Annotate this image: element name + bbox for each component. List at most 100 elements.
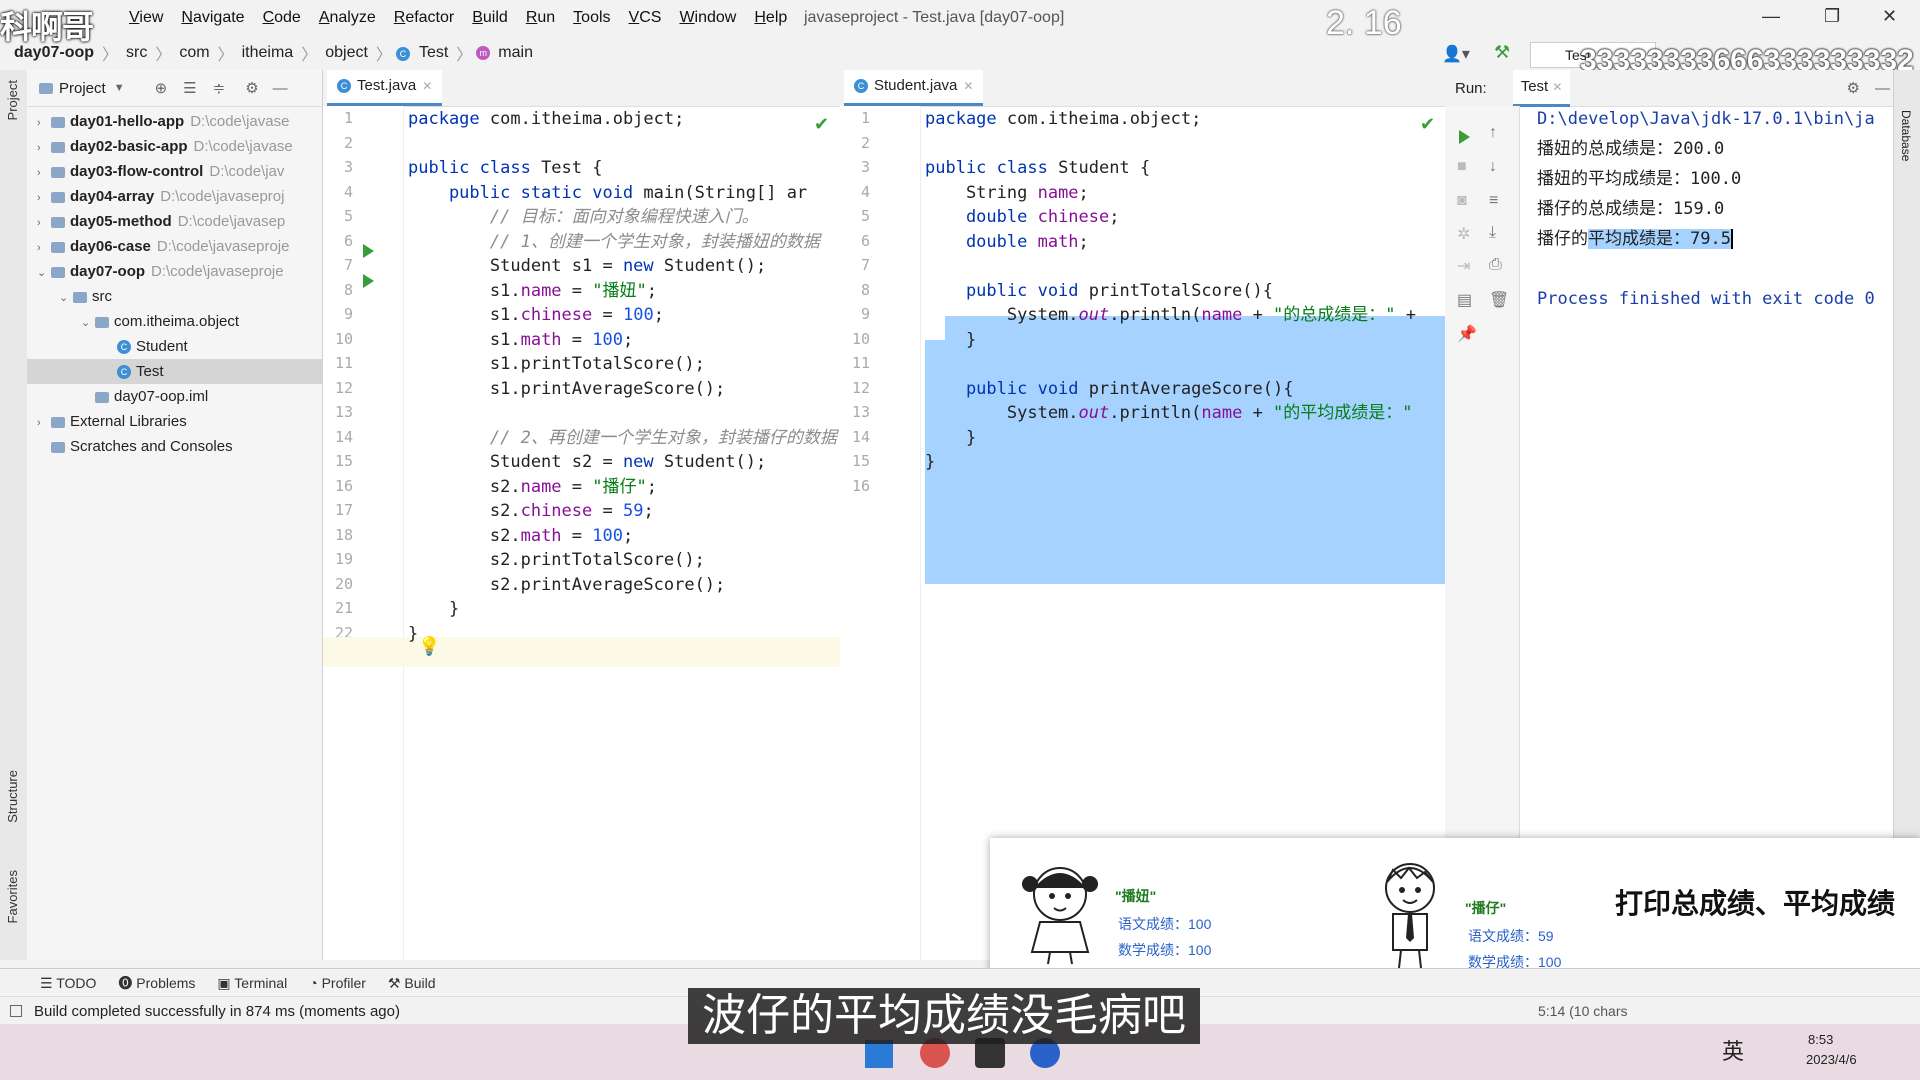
menu-help[interactable]: Help — [745, 9, 796, 27]
trash-icon[interactable]: 🗑 — [1489, 290, 1509, 310]
chevron-right-icon[interactable]: › — [37, 136, 51, 159]
arrow-up-icon[interactable]: ↑ — [1489, 124, 1497, 142]
breadcrumb-itheima[interactable]: itheima — [238, 44, 298, 62]
menu-vcs[interactable]: VCS — [620, 9, 671, 27]
gear-icon[interactable]: ⚙ — [1847, 79, 1860, 97]
menu-analyze[interactable]: Analyze — [310, 9, 385, 27]
breadcrumb-src[interactable]: src — [122, 44, 151, 62]
camera-icon[interactable]: ◙ — [1457, 192, 1467, 210]
tool-tab-terminal[interactable]: ▣ Terminal — [217, 975, 287, 992]
tool-tab-profiler[interactable]: ◔ Profiler — [309, 975, 366, 991]
tree-item[interactable]: Scratches and Consoles — [27, 434, 322, 459]
gear-icon[interactable]: ⚙ — [245, 79, 258, 97]
arrow-down-icon[interactable]: ↓ — [1489, 158, 1497, 176]
breadcrumb-com[interactable]: com — [175, 44, 213, 62]
run-main-icon[interactable] — [363, 274, 374, 288]
tool-tab-build[interactable]: ⚒ Build — [388, 975, 436, 992]
menu-navigate[interactable]: Navigate — [172, 9, 253, 27]
clock-time[interactable]: 8:53 — [1808, 1032, 1833, 1047]
run-tab-test[interactable]: Test ✕ — [1512, 69, 1571, 107]
hide-icon[interactable]: — — [273, 80, 288, 97]
tree-item[interactable]: › External Libraries — [27, 409, 322, 434]
line-number: 8 — [343, 280, 353, 299]
database-tool-tab[interactable]: Database — [1899, 110, 1913, 161]
tree-item[interactable]: C Student — [27, 334, 322, 359]
project-tool-tab[interactable]: Project — [5, 80, 20, 120]
ime-indicator[interactable]: 英 — [1722, 1034, 1744, 1066]
tree-item-label: External Libraries — [70, 413, 187, 430]
project-panel-title[interactable]: Project — [59, 80, 106, 97]
code-token: // 目标：面向对象编程快速入门。 — [408, 207, 759, 227]
status-icon[interactable] — [10, 1005, 22, 1017]
tool-tab-todo[interactable]: ☰ TODO — [40, 975, 96, 992]
menu-code[interactable]: Code — [254, 9, 310, 27]
tree-item[interactable]: ⌄ src — [27, 284, 322, 309]
tree-item[interactable]: › day05-method D:\code\javasep — [27, 209, 322, 234]
menu-run[interactable]: Run — [517, 9, 564, 27]
user-icon[interactable]: 👤▾ — [1442, 44, 1470, 64]
code-token: "播妞" — [592, 280, 647, 301]
chevron-right-icon[interactable]: › — [37, 236, 51, 259]
close-icon[interactable]: ✕ — [963, 70, 973, 103]
chevron-down-icon[interactable]: ⌄ — [59, 286, 73, 309]
chevron-right-icon[interactable]: › — [37, 211, 51, 234]
close-icon[interactable]: ✕ — [1552, 80, 1562, 94]
menu-refactor[interactable]: Refactor — [385, 9, 463, 27]
layout-icon[interactable]: ▤ — [1457, 290, 1472, 310]
menu-build[interactable]: Build — [463, 9, 517, 27]
breadcrumb-main[interactable]: main — [494, 44, 537, 62]
stop-icon[interactable]: ■ — [1457, 158, 1467, 176]
structure-tool-tab[interactable]: Structure — [5, 770, 20, 823]
chevron-down-icon[interactable]: ▼ — [114, 82, 125, 94]
maximize-button[interactable]: ❐ — [1824, 6, 1840, 27]
tree-item[interactable]: ⌄ com.itheima.object — [27, 309, 322, 334]
chevron-right-icon[interactable]: › — [37, 411, 51, 434]
close-button[interactable]: ✕ — [1882, 6, 1897, 27]
expand-all-icon[interactable]: ☰ — [183, 79, 196, 97]
clock-date[interactable]: 2023/4/6 — [1806, 1052, 1857, 1067]
rerun-icon[interactable] — [1459, 130, 1470, 144]
tree-item[interactable]: › day01-hello-app D:\code\javase — [27, 109, 322, 134]
tab-student-java[interactable]: C Student.java ✕ — [844, 70, 984, 106]
close-icon[interactable]: ✕ — [422, 70, 432, 103]
tree-item[interactable]: ⌄ day07-oop D:\code\javaseproje — [27, 259, 322, 284]
tree-item[interactable]: › day06-case D:\code\javaseproje — [27, 234, 322, 259]
breadcrumb-project[interactable]: day07-oop — [0, 44, 98, 62]
debug-icon[interactable]: ✲ — [1457, 224, 1470, 244]
tree-item[interactable]: › day03-flow-control D:\code\jav — [27, 159, 322, 184]
editor-student-java[interactable]: C Student.java ✕ 1 2 3 4 5 6 7 8 9 10 11 12 13 14 15 16… — [840, 70, 1446, 960]
tree-item[interactable]: day07-oop.iml — [27, 384, 322, 409]
tree-item[interactable]: › day02-basic-app D:\code\javase — [27, 134, 322, 159]
breadcrumb-object[interactable]: object — [321, 44, 372, 62]
hammer-icon[interactable]: ⚒ — [1494, 42, 1510, 63]
line-number: 12 — [334, 378, 353, 397]
print-icon[interactable]: ⎙ — [1489, 256, 1502, 274]
chevron-right-icon[interactable]: › — [37, 186, 51, 209]
chevron-right-icon[interactable]: › — [37, 111, 51, 134]
scroll-end-icon[interactable]: ⤓ — [1489, 224, 1496, 242]
locate-icon[interactable]: ⊕ — [155, 79, 168, 97]
windows-start-icon[interactable] — [865, 1040, 893, 1068]
favorites-tool-tab[interactable]: Favorites — [5, 870, 20, 923]
cursor-position[interactable]: 5:14 (10 chars — [1538, 1003, 1628, 1019]
hide-icon[interactable]: — — [1875, 80, 1890, 97]
pin-icon[interactable]: 📌 — [1457, 324, 1477, 344]
chevron-right-icon[interactable]: › — [37, 161, 51, 184]
collapse-all-icon[interactable]: ≑ — [213, 79, 226, 97]
tree-item[interactable]: › day04-array D:\code\javaseproj — [27, 184, 322, 209]
exit-icon[interactable]: ⇥ — [1457, 256, 1470, 276]
run-class-icon[interactable] — [363, 244, 374, 258]
menu-tools[interactable]: Tools — [564, 9, 619, 27]
class-icon: C — [117, 340, 131, 355]
tree-item[interactable]: C Test — [27, 359, 322, 384]
menu-view[interactable]: View — [120, 9, 172, 27]
soft-wrap-icon[interactable]: ≡ — [1489, 192, 1498, 210]
chevron-down-icon[interactable]: ⌄ — [37, 261, 51, 284]
chevron-down-icon[interactable]: ⌄ — [81, 311, 95, 334]
breadcrumb-test[interactable]: Test — [415, 44, 452, 62]
tool-tab-problems[interactable]: ⓿ Problems — [118, 973, 195, 993]
tab-test-java[interactable]: C Test.java ✕ — [327, 70, 443, 106]
menu-window[interactable]: Window — [670, 9, 745, 27]
minimize-button[interactable]: — — [1762, 6, 1780, 27]
editor-test-java[interactable]: C Test.java ✕ 1 2 3 4 5 6 7 8 9 10 11 12 13 14 15 16 17 1… — [323, 70, 841, 960]
